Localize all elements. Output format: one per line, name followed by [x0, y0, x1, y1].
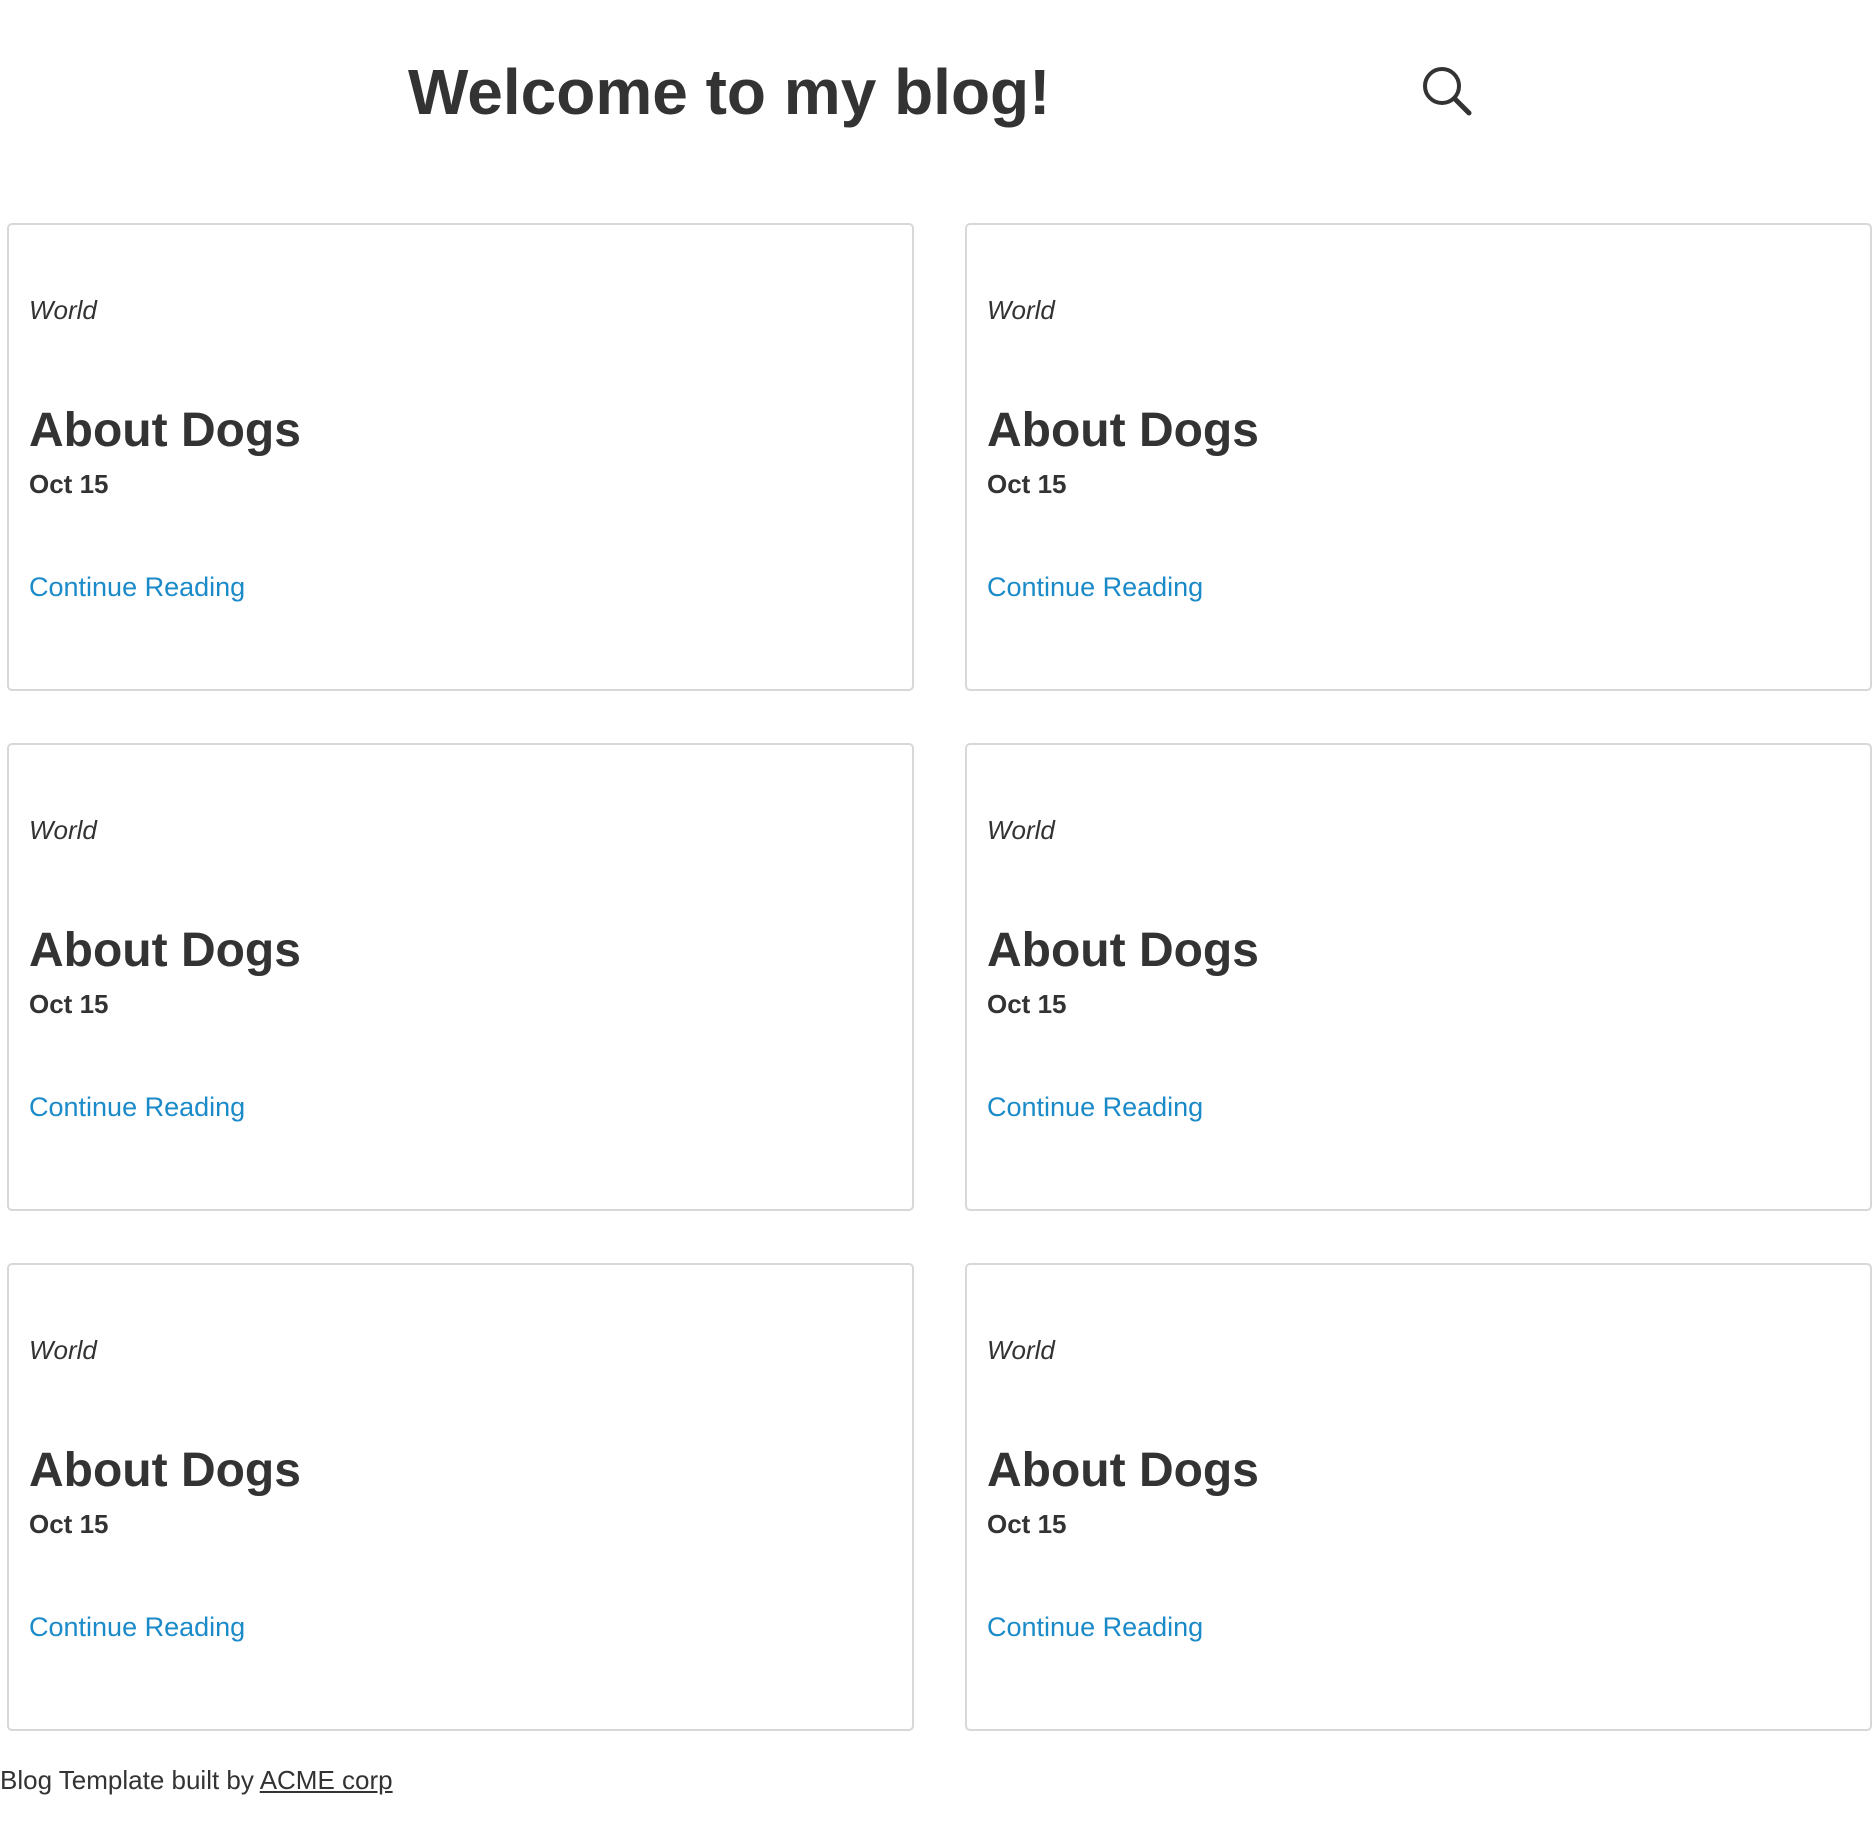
continue-reading-link[interactable]: Continue Reading	[987, 571, 1203, 603]
post-card: World About Dogs Oct 15 Continue Reading	[7, 1263, 914, 1731]
post-category: World	[29, 815, 97, 845]
continue-reading-link[interactable]: Continue Reading	[987, 1611, 1203, 1643]
continue-reading-link[interactable]: Continue Reading	[29, 1611, 245, 1643]
post-title: About Dogs	[29, 1444, 301, 1497]
continue-reading-link[interactable]: Continue Reading	[987, 1091, 1203, 1123]
footer-acme-link[interactable]: ACME corp	[260, 1765, 393, 1795]
post-card: World About Dogs Oct 15 Continue Reading	[965, 1263, 1872, 1731]
post-category: World	[987, 1335, 1055, 1365]
post-card: World About Dogs Oct 15 Continue Reading	[7, 223, 914, 691]
search-button[interactable]	[1420, 64, 1476, 120]
post-title: About Dogs	[29, 404, 301, 457]
post-date: Oct 15	[987, 469, 1067, 499]
page-title: Welcome to my blog!	[408, 56, 1051, 128]
post-date: Oct 15	[987, 989, 1067, 1019]
post-card: World About Dogs Oct 15 Continue Reading	[965, 223, 1872, 691]
post-title: About Dogs	[987, 404, 1259, 457]
post-date: Oct 15	[29, 1509, 109, 1539]
continue-reading-link[interactable]: Continue Reading	[29, 571, 245, 603]
post-date: Oct 15	[987, 1509, 1067, 1539]
post-title: About Dogs	[29, 924, 301, 977]
post-card: World About Dogs Oct 15 Continue Reading	[965, 743, 1872, 1211]
blog-page: Welcome to my blog! World About Dogs Oct…	[0, 0, 1876, 1844]
post-category: World	[987, 815, 1055, 845]
post-category: World	[29, 295, 97, 325]
post-date: Oct 15	[29, 469, 109, 499]
post-date: Oct 15	[29, 989, 109, 1019]
footer: Blog Template built by ACME corp	[0, 1764, 393, 1796]
footer-text: Blog Template built by	[0, 1765, 260, 1795]
post-grid: World About Dogs Oct 15 Continue Reading…	[7, 223, 1873, 1731]
search-icon	[1423, 67, 1472, 116]
post-card: World About Dogs Oct 15 Continue Reading	[7, 743, 914, 1211]
continue-reading-link[interactable]: Continue Reading	[29, 1091, 245, 1123]
post-title: About Dogs	[987, 1444, 1259, 1497]
post-title: About Dogs	[987, 924, 1259, 977]
post-category: World	[29, 1335, 97, 1365]
post-category: World	[987, 295, 1055, 325]
